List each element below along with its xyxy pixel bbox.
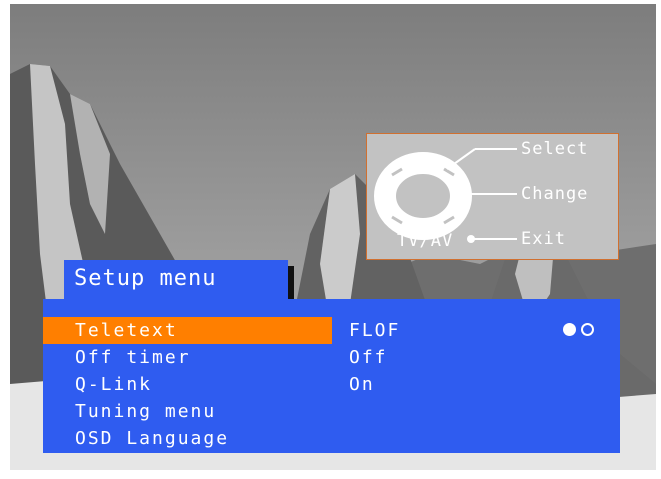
menu-item-q-link[interactable]: Q-Link bbox=[43, 371, 332, 398]
menu-item-label: OSD Language bbox=[75, 428, 230, 449]
exit-label: Exit bbox=[521, 229, 566, 249]
menu-item-off-timer[interactable]: Off timer bbox=[43, 344, 332, 371]
menu-item-value: On bbox=[349, 374, 375, 395]
minus-icon: − bbox=[381, 184, 394, 208]
setup-menu-panel: Teletext FLOF Off timer Off Q-Link On Tu… bbox=[43, 299, 620, 453]
menu-row-off-timer[interactable]: Off timer Off bbox=[43, 344, 620, 371]
change-label: Change bbox=[521, 184, 589, 204]
menu-item-teletext[interactable]: Teletext bbox=[43, 317, 332, 344]
tv-av-label: TV/AV bbox=[397, 231, 454, 251]
menu-row-osd-language[interactable]: OSD Language bbox=[43, 425, 620, 452]
menu-title: Setup menu bbox=[74, 266, 217, 291]
menu-row-q-link[interactable]: Q-Link On bbox=[43, 371, 620, 398]
menu-item-value: FLOF bbox=[349, 320, 401, 341]
plus-icon: + bbox=[455, 182, 469, 207]
select-label: Select bbox=[521, 139, 589, 159]
menu-item-label: Teletext bbox=[75, 320, 178, 341]
menu-item-osd-language[interactable]: OSD Language bbox=[43, 425, 332, 452]
remote-help-panel: ∧ ∨ − + Select Change Exit TV/AV bbox=[366, 133, 619, 260]
option-indicator bbox=[563, 323, 603, 339]
filled-dot-icon bbox=[563, 323, 576, 336]
menu-item-label: Tuning menu bbox=[75, 401, 217, 422]
menu-item-label: Off timer bbox=[75, 347, 191, 368]
hollow-dot-icon bbox=[581, 323, 594, 336]
menu-row-teletext[interactable]: Teletext FLOF bbox=[43, 317, 620, 344]
menu-item-tuning-menu[interactable]: Tuning menu bbox=[43, 398, 332, 425]
arrow-up-icon: ∧ bbox=[415, 158, 425, 176]
arrow-down-icon: ∨ bbox=[415, 214, 425, 232]
menu-item-label: Q-Link bbox=[75, 374, 153, 395]
menu-title-box: Setup menu bbox=[64, 260, 288, 300]
menu-row-tuning-menu[interactable]: Tuning menu bbox=[43, 398, 620, 425]
menu-item-value: Off bbox=[349, 347, 388, 368]
